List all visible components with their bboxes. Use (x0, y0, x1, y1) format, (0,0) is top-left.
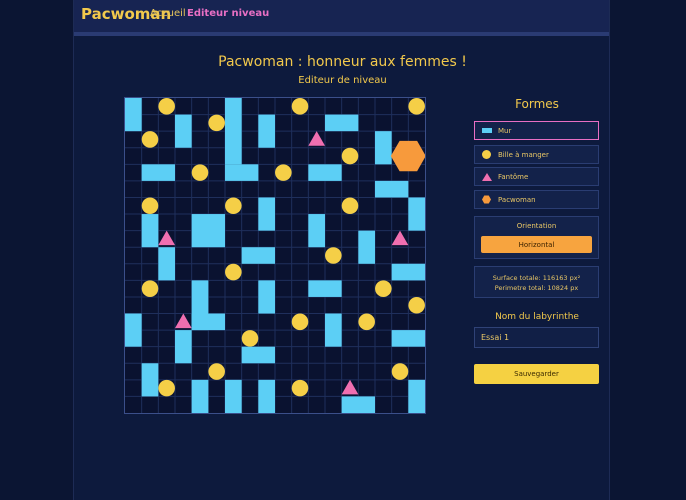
ball-pellet[interactable] (341, 197, 359, 215)
hexagon-icon (481, 195, 492, 204)
wall-block[interactable] (225, 98, 242, 165)
ball-pellet[interactable] (408, 296, 425, 314)
wall-block[interactable] (125, 98, 142, 132)
wall-block[interactable] (308, 214, 325, 248)
app-container: Pacwoman Accueil Editeur niveau Pacwoman… (73, 0, 610, 500)
wall-block[interactable] (191, 313, 225, 331)
ball-pellet[interactable] (391, 363, 409, 380)
ball-pellet[interactable] (208, 363, 225, 380)
orientation-panel: Orientation Horizontal (474, 216, 599, 259)
wall-block[interactable] (241, 247, 275, 264)
perimeter-total-text: Perimetre total: 10824 px (494, 284, 579, 292)
shape-label-pacwoman: Pacwoman (498, 195, 536, 204)
shapes-panel-title: Formes (515, 97, 559, 111)
ball-pellet[interactable] (208, 114, 225, 132)
shape-label-ball: Bille à manger (498, 150, 549, 159)
ball-pellet[interactable] (141, 131, 159, 148)
wall-block[interactable] (308, 280, 342, 297)
ghost-marker[interactable] (341, 379, 359, 395)
navbar-divider (74, 32, 609, 36)
ball-pellet[interactable] (291, 313, 309, 331)
top-navbar: Pacwoman Accueil Editeur niveau (74, 0, 609, 32)
shape-label-wall: Mur (498, 126, 512, 135)
wall-block[interactable] (141, 164, 175, 181)
ball-icon (481, 150, 492, 159)
wall-block[interactable] (358, 230, 375, 264)
wall-block[interactable] (158, 247, 175, 281)
wall-block[interactable] (258, 280, 275, 314)
shape-button-pacwoman[interactable]: Pacwoman (474, 190, 599, 209)
wall-block[interactable] (141, 214, 159, 248)
ball-pellet[interactable] (341, 147, 359, 165)
ball-pellet[interactable] (225, 197, 242, 215)
maze-canvas[interactable] (125, 98, 425, 413)
ball-pellet[interactable] (141, 197, 159, 215)
wall-block[interactable] (325, 114, 359, 132)
orientation-label: Orientation (516, 222, 557, 230)
wall-block[interactable] (391, 330, 425, 347)
orientation-toggle-button[interactable]: Horizontal (481, 236, 592, 253)
wall-icon (481, 128, 492, 133)
ball-pellet[interactable] (375, 280, 392, 297)
ball-pellet[interactable] (191, 164, 209, 181)
shape-button-wall[interactable]: Mur (474, 121, 599, 140)
wall-block[interactable] (175, 114, 192, 148)
wall-block[interactable] (225, 379, 242, 413)
maze-name-input[interactable] (474, 327, 599, 348)
shape-label-ghost: Fantôme (498, 172, 529, 181)
maze-name-label: Nom du labyrinthe (495, 312, 579, 322)
nav-link-home[interactable]: Accueil (150, 8, 186, 19)
page-title: Pacwoman : honneur aux femmes ! (218, 54, 467, 70)
ball-pellet[interactable] (325, 247, 342, 264)
ghost-marker[interactable] (175, 313, 192, 329)
wall-block[interactable] (308, 164, 342, 181)
shape-button-ball[interactable]: Bille à manger (474, 145, 599, 164)
ball-pellet[interactable] (225, 263, 242, 281)
wall-block[interactable] (408, 197, 425, 231)
ball-pellet[interactable] (291, 98, 309, 115)
wall-block[interactable] (408, 379, 425, 413)
maze-editor-grid[interactable] (124, 97, 426, 414)
shape-button-ghost[interactable]: Fantôme (474, 167, 599, 186)
wall-block[interactable] (391, 263, 425, 281)
ball-pellet[interactable] (158, 98, 175, 115)
wall-block[interactable] (325, 313, 342, 347)
wall-block[interactable] (375, 180, 409, 198)
wall-block[interactable] (191, 214, 225, 248)
ball-pellet[interactable] (241, 330, 259, 347)
wall-block[interactable] (191, 379, 209, 413)
wall-block[interactable] (141, 363, 159, 397)
ball-pellet[interactable] (291, 379, 309, 397)
wall-block[interactable] (258, 197, 275, 231)
wall-block[interactable] (258, 379, 275, 413)
ghost-marker[interactable] (391, 230, 409, 246)
wall-block[interactable] (125, 313, 142, 347)
ball-pellet[interactable] (141, 280, 159, 297)
ball-pellet[interactable] (275, 164, 292, 181)
wall-block[interactable] (225, 164, 259, 181)
wall-block[interactable] (241, 346, 275, 364)
ghost-marker[interactable] (308, 131, 325, 146)
surface-total-text: Surface totale: 116163 px² (492, 274, 581, 282)
nav-link-editor[interactable]: Editeur niveau (187, 8, 269, 19)
ball-pellet[interactable] (358, 313, 375, 331)
wall-block[interactable] (258, 114, 275, 148)
wall-block[interactable] (341, 396, 375, 413)
ghost-icon (481, 172, 492, 181)
stats-panel: Surface totale: 116163 px² Perimetre tot… (474, 266, 599, 298)
save-button[interactable]: Sauvegarder (474, 364, 599, 384)
wall-block[interactable] (175, 330, 192, 364)
wall-block[interactable] (375, 131, 392, 165)
ball-pellet[interactable] (408, 98, 425, 115)
page-subtitle: Editeur de niveau (298, 75, 387, 86)
pacwoman-marker[interactable] (390, 140, 425, 172)
ball-pellet[interactable] (158, 379, 175, 397)
ghost-marker[interactable] (158, 230, 175, 246)
